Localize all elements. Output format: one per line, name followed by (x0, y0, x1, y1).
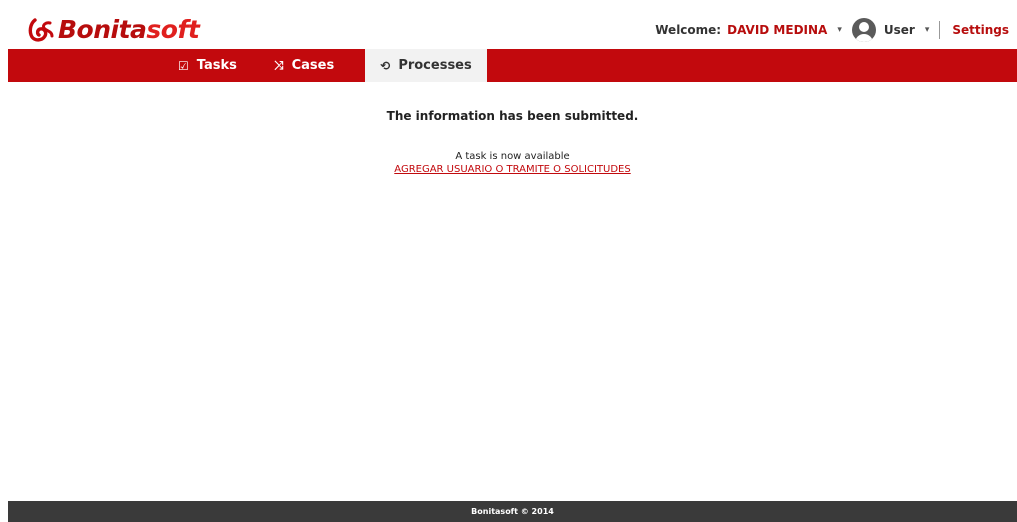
footer-copyright: Bonitasoft © 2014 (471, 507, 554, 516)
user-bar: Welcome: DAVID MEDINA ▾ User ▾ Settings (655, 18, 1009, 42)
settings-link[interactable]: Settings (952, 23, 1009, 37)
tab-label: Tasks (196, 58, 237, 73)
main-content: The information has been submitted. A ta… (8, 82, 1017, 501)
tab-label: Processes (398, 58, 472, 73)
footer: Bonitasoft © 2014 (8, 501, 1017, 522)
tab-processes[interactable]: ⟲ Processes (365, 49, 487, 82)
chevron-down-icon[interactable]: ▾ (837, 25, 842, 35)
tab-cases[interactable]: ⤨ Cases (274, 49, 334, 82)
logo-text: Bonitasoft (58, 14, 200, 44)
avatar-head (858, 22, 869, 32)
shuffle-icon: ⤨ (274, 58, 284, 72)
checkbox-icon: ☑ (178, 58, 189, 73)
tab-tasks[interactable]: ☑ Tasks (178, 49, 237, 82)
user-name: DAVID MEDINA (727, 23, 828, 37)
task-available-text: A task is now available (455, 151, 570, 162)
bonita-swirl-icon (28, 18, 54, 42)
user-menu[interactable]: User (884, 23, 915, 37)
task-link-container: AGREGAR USUARIO O TRAMITE O SOLICITUDES (8, 164, 1017, 175)
chevron-down-icon[interactable]: ▾ (925, 25, 930, 35)
welcome-label: Welcome: (655, 23, 722, 37)
header: Bonitasoft Welcome: DAVID MEDINA ▾ User … (8, 8, 1017, 48)
tab-label: Cases (291, 58, 335, 73)
avatar-body (854, 34, 873, 42)
divider (939, 21, 941, 39)
confirmation-message: The information has been submitted. (386, 109, 639, 123)
main-navbar: ☑ Tasks ⤨ Cases ⟲ Processes (8, 49, 1017, 82)
task-link[interactable]: AGREGAR USUARIO O TRAMITE O SOLICITUDES (394, 164, 630, 175)
avatar[interactable] (851, 18, 876, 42)
bonitasoft-logo[interactable]: Bonitasoft (26, 12, 200, 46)
process-icon: ⟲ (380, 58, 391, 73)
